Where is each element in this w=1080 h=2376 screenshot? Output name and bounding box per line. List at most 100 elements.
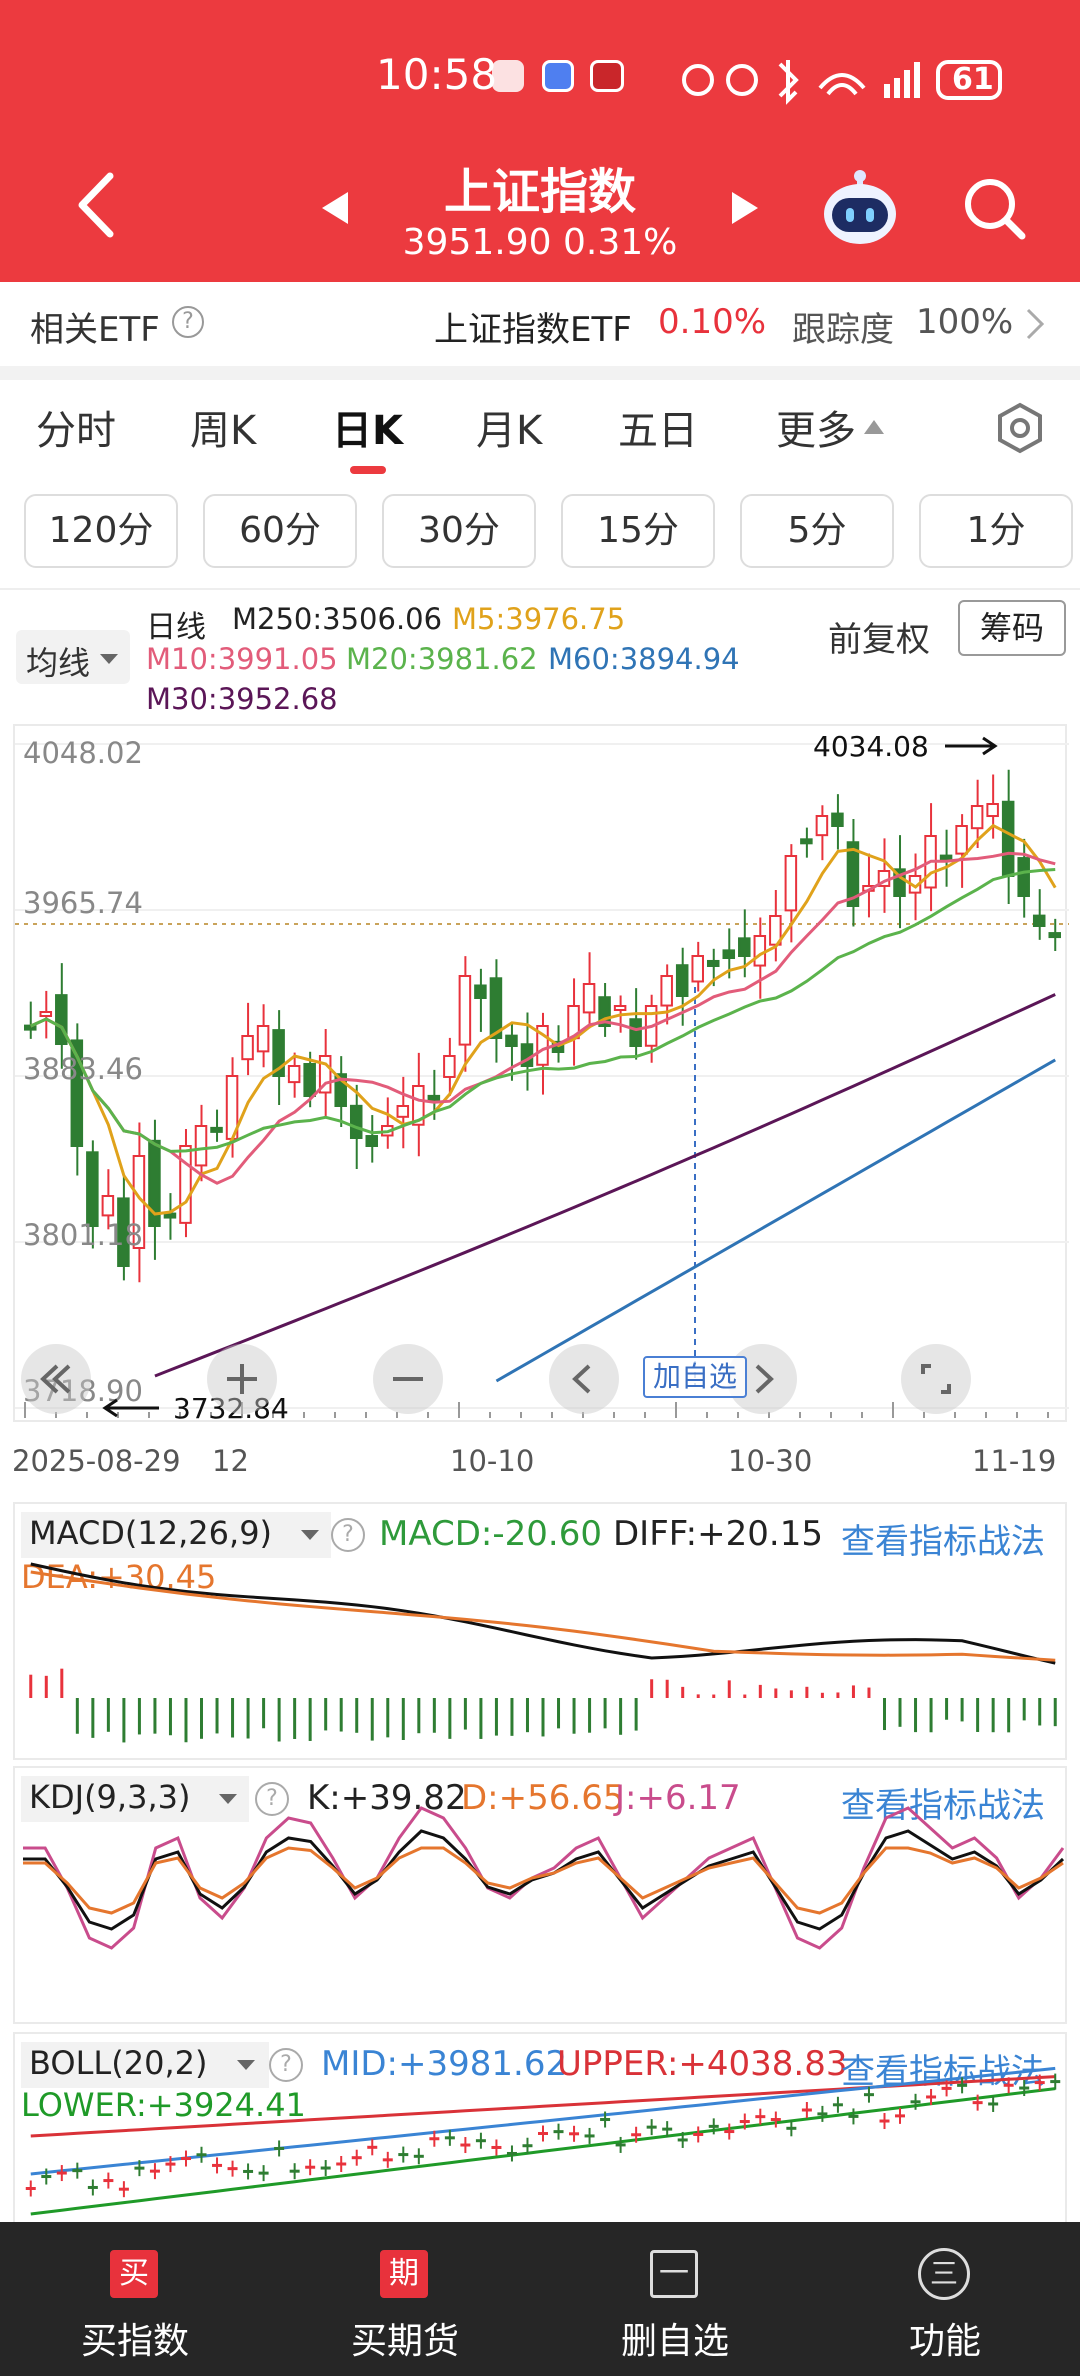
boll-panel[interactable]: BOLL(20,2) ? MID:+3981.62 UPPER:+4038.83… — [13, 2032, 1067, 2222]
candle — [458, 975, 472, 1046]
nav-buy-index[interactable]: 买 买指数 — [0, 2222, 270, 2376]
timeframe-120[interactable]: 120分 — [24, 494, 178, 568]
tab-active-indicator — [350, 466, 386, 474]
candle — [474, 984, 487, 999]
ma-m20: M20:3981.62 — [346, 642, 538, 676]
candle — [1032, 914, 1046, 928]
date-label-1: 2025-08-29 — [12, 1444, 181, 1478]
candle — [800, 838, 813, 845]
ma60-line — [495, 1058, 1056, 1383]
candle — [287, 1065, 301, 1084]
candle — [1001, 800, 1015, 877]
candle — [427, 1094, 441, 1101]
index-change: 0.31% — [562, 222, 678, 263]
y-label-4: 3801.18 — [23, 1218, 143, 1252]
zoom-out-button[interactable] — [373, 1344, 443, 1414]
caret-down-icon — [100, 654, 118, 664]
ma-selector-label: 均线 — [26, 644, 91, 682]
macd-chart — [29, 1562, 1057, 1743]
kdj-d-line — [23, 1846, 1064, 1915]
candle — [939, 854, 953, 861]
tab-monthly[interactable]: 月K — [476, 398, 542, 456]
music-app-icon — [542, 60, 574, 92]
candle — [722, 949, 736, 960]
kdj-panel[interactable]: KDJ(9,3,3) ? K:+39.82 D:+56.65 J:+6.17 查… — [13, 1766, 1067, 2024]
nav-functions[interactable]: 三 功能 — [810, 2222, 1080, 2376]
timeframe-60[interactable]: 60分 — [203, 494, 357, 568]
nav-buy-futures[interactable]: 期 买期货 — [270, 2222, 540, 2376]
candle — [163, 1212, 177, 1219]
fullscreen-button[interactable] — [901, 1344, 971, 1414]
settings-hexagon-icon[interactable] — [994, 402, 1046, 454]
ma-selector[interactable]: 均线 — [16, 630, 130, 684]
macd-panel[interactable]: MACD(12,26,9) ? MACD:-20.60 DIFF:+20.15 … — [13, 1502, 1067, 1760]
kline-panel[interactable]: 4048.02 3965.74 3883.46 3801.18 3718.90 … — [13, 724, 1069, 1425]
page-title: 上证指数 — [443, 164, 636, 220]
kline-chart[interactable] — [15, 726, 1069, 1424]
etf-row[interactable]: 相关ETF ? 上证指数ETF 0.10% 跟踪度 100% — [0, 282, 1080, 366]
tracking-value: 100% — [916, 302, 1014, 342]
high-label: 4034.08 — [813, 730, 929, 763]
tab-daily[interactable]: 日K — [332, 398, 403, 456]
add-watchlist-badge[interactable]: 加自选 — [643, 1356, 747, 1398]
collapse-button[interactable] — [21, 1344, 91, 1414]
tab-five-day[interactable]: 五日 — [618, 398, 698, 456]
candle — [39, 1011, 53, 1017]
timeframe-5[interactable]: 5分 — [740, 494, 894, 568]
ma20-line — [30, 868, 1056, 1153]
chevron-left-icon — [572, 1364, 591, 1394]
double-chevron-left-icon — [40, 1364, 71, 1394]
menu-icon: 三 — [918, 2248, 970, 2300]
battery-level: 61 — [952, 62, 994, 97]
candle — [86, 1151, 99, 1227]
status-bar: 10:58 61 — [0, 40, 1080, 120]
back-icon[interactable] — [72, 170, 120, 240]
tab-weekly[interactable]: 周K — [190, 398, 256, 456]
nav-label: 买指数 — [80, 2321, 189, 2362]
nav-label: 删自选 — [620, 2321, 729, 2362]
low-arrow-icon — [102, 1398, 159, 1418]
etf-label: 相关ETF — [30, 310, 160, 350]
candle — [396, 1105, 410, 1118]
help-icon[interactable]: ? — [172, 306, 204, 338]
candle — [784, 855, 798, 912]
minus-icon — [393, 1377, 423, 1381]
candle — [1048, 932, 1062, 939]
pan-left-button[interactable] — [549, 1344, 619, 1414]
next-stock-icon[interactable] — [730, 190, 760, 226]
index-price: 3951.90 — [402, 222, 552, 263]
etf-name: 上证指数ETF — [434, 310, 632, 350]
macd-diff-line — [30, 1562, 1056, 1665]
candle — [706, 959, 720, 968]
candle — [443, 1055, 456, 1078]
timeframe-30[interactable]: 30分 — [382, 494, 536, 568]
candle — [815, 815, 829, 837]
timeframe-15[interactable]: 15分 — [561, 494, 715, 568]
zoom-in-button[interactable] — [207, 1344, 277, 1414]
kdj-k-line — [23, 1829, 1065, 1931]
candle — [505, 1034, 518, 1048]
candle — [955, 825, 968, 855]
tab-intraday[interactable]: 分时 — [36, 398, 116, 456]
boll-chart — [25, 2066, 1061, 2216]
candle — [660, 975, 673, 1007]
robot-assistant-icon[interactable] — [820, 168, 900, 248]
adjust-button[interactable]: 前复权 — [828, 612, 930, 661]
candle — [241, 1035, 254, 1061]
prev-stock-icon[interactable] — [320, 190, 350, 226]
y-label-1: 4048.02 — [23, 736, 143, 770]
timeframe-1[interactable]: 1分 — [919, 494, 1073, 568]
chips-button[interactable]: 筹码 — [958, 600, 1066, 656]
nav-remove-watchlist[interactable]: 一 删自选 — [540, 2222, 810, 2376]
search-icon[interactable] — [962, 176, 1028, 242]
buy-icon: 买 — [110, 2250, 158, 2298]
hd-icon — [682, 64, 714, 96]
candle — [970, 805, 984, 830]
remove-icon: 一 — [650, 2250, 698, 2298]
date-label-5: 11-19 — [972, 1444, 1057, 1478]
candle — [1017, 857, 1030, 897]
nav-label: 买期货 — [350, 2321, 459, 2362]
tab-more[interactable]: 更多 — [776, 398, 856, 456]
fullscreen-icon — [921, 1364, 951, 1394]
ma-period: 日线 — [146, 610, 206, 645]
